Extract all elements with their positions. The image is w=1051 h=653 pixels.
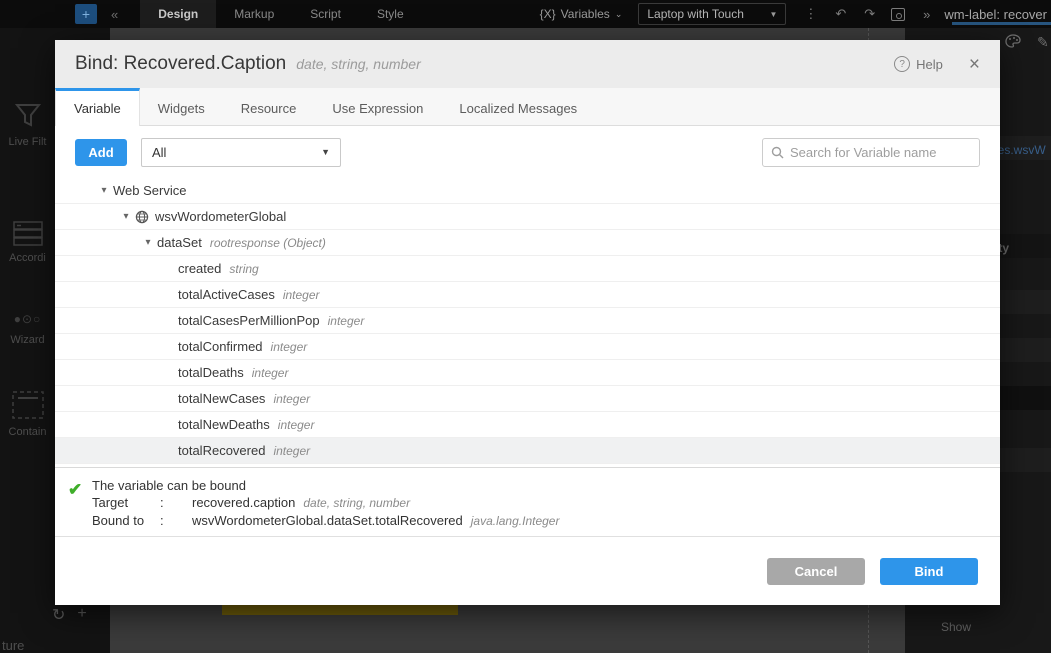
cancel-button[interactable]: Cancel: [767, 558, 865, 585]
accordion-icon: [12, 220, 44, 246]
tree-row-totalCasesPerMillionPop[interactable]: totalCasesPerMillionPop integer: [55, 308, 1000, 334]
palette-item-live-filter[interactable]: Live Filt: [0, 100, 55, 148]
help-button[interactable]: ? Help: [894, 56, 943, 72]
device-selector[interactable]: Laptop with Touch ▼: [638, 3, 786, 25]
show-property-label: Show: [941, 620, 971, 634]
wizard-steps-icon: ●⊙○: [0, 312, 55, 326]
tab-use-expression[interactable]: Use Expression: [314, 88, 441, 125]
palette-item-accordion[interactable]: Accordi: [0, 220, 55, 264]
dialog-subtitle: date, string, number: [296, 56, 421, 72]
tree-row-totalConfirmed[interactable]: totalConfirmed integer: [55, 334, 1000, 360]
tab-widgets[interactable]: Widgets: [140, 88, 223, 125]
tree-row-totalActiveCases[interactable]: totalActiveCases integer: [55, 282, 1000, 308]
palette-icon[interactable]: [1005, 34, 1021, 48]
active-panel-tab-underline: [952, 22, 1051, 25]
search-input[interactable]: [790, 145, 971, 160]
variables-icon: {X}: [540, 7, 556, 21]
help-icon: ?: [894, 56, 910, 72]
bind-dialog: Bind: Recovered.Caption date, string, nu…: [55, 40, 1000, 605]
tab-variable[interactable]: Variable: [55, 88, 140, 126]
tab-localized-messages[interactable]: Localized Messages: [441, 88, 595, 125]
tree-row-dataSet[interactable]: ▾ dataSet rootresponse (Object): [55, 230, 1000, 256]
studio-topbar: + « Design Markup Script Style {X} Varia…: [0, 0, 1051, 28]
binding-link-fragment[interactable]: les.wsvW: [995, 143, 1046, 157]
dropdown-caret-icon: ▼: [321, 147, 330, 157]
variables-menu[interactable]: {X} Variables ⌄: [540, 7, 623, 21]
variable-tree: ▾ Web Service ▾ wsvWordometerGlobal: [55, 178, 1000, 468]
dialog-footer: Cancel Bind: [55, 537, 1000, 605]
palette-item-wizard[interactable]: ●⊙○ Wizard: [0, 312, 55, 346]
status-bound-row: Bound to:wsvWordometerGlobal.dataSet.tot…: [92, 512, 1000, 530]
refresh-icon[interactable]: ↻: [52, 605, 65, 625]
dialog-title: Bind: Recovered.Caption: [75, 53, 286, 75]
add-icon[interactable]: +: [77, 605, 86, 625]
search-icon: [771, 146, 784, 159]
tab-markup[interactable]: Markup: [216, 0, 292, 28]
mode-tabs: Design Markup Script Style: [140, 0, 421, 28]
tree-row-web-service[interactable]: ▾ Web Service: [55, 178, 1000, 204]
status-message: The variable can be bound: [92, 477, 1000, 494]
palette-item-container[interactable]: Contain: [0, 390, 55, 438]
collapse-icon[interactable]: «: [111, 7, 118, 22]
tree-row-wsvWordometerGlobal[interactable]: ▾ wsvWordometerGlobal: [55, 204, 1000, 230]
close-icon[interactable]: ×: [969, 55, 980, 74]
tree-row-totalRecovered[interactable]: totalRecovered integer: [55, 438, 1000, 464]
bound-value: wsvWordometerGlobal.dataSet.totalRecover…: [192, 513, 463, 528]
studio-app: + « Design Markup Script Style {X} Varia…: [0, 0, 1051, 653]
dropdown-caret-icon: ▼: [769, 10, 777, 19]
tab-resource[interactable]: Resource: [223, 88, 315, 125]
tree-row-created[interactable]: created string: [55, 256, 1000, 282]
variable-search: [762, 138, 980, 167]
tab-style[interactable]: Style: [359, 0, 422, 28]
tree-row-totalDeaths[interactable]: totalDeaths integer: [55, 360, 1000, 386]
pencil-icon[interactable]: ✎: [1037, 34, 1049, 51]
caret-down-icon[interactable]: ▾: [139, 237, 157, 248]
caret-down-icon[interactable]: ▾: [95, 185, 113, 196]
filter-select[interactable]: All ▼: [141, 138, 341, 167]
add-page-button[interactable]: +: [75, 4, 97, 24]
sidebar-bottom-label: ture: [2, 638, 24, 653]
bound-type: java.lang.Integer: [471, 514, 560, 528]
more-options-icon[interactable]: ⋮: [804, 6, 817, 22]
dialog-toolbar: Add All ▼: [55, 126, 1000, 178]
tab-script[interactable]: Script: [292, 0, 359, 28]
bind-button[interactable]: Bind: [880, 558, 978, 585]
undo-icon[interactable]: ↶: [835, 6, 846, 22]
check-icon: ✔: [68, 480, 82, 500]
expand-panel-icon[interactable]: »: [923, 7, 930, 22]
bind-status: ✔ The variable can be bound Target:recov…: [55, 468, 1000, 537]
funnel-icon: [13, 100, 43, 130]
save-icon[interactable]: [891, 8, 905, 21]
tree-row-totalNewCases[interactable]: totalNewCases integer: [55, 386, 1000, 412]
caret-down-icon[interactable]: ▾: [117, 211, 135, 222]
tab-design[interactable]: Design: [140, 0, 216, 28]
target-type: date, string, number: [303, 496, 410, 510]
selected-widget-title: wm-label: recover: [944, 7, 1047, 22]
tree-row-totalNewDeaths[interactable]: totalNewDeaths integer: [55, 412, 1000, 438]
globe-icon: [135, 210, 149, 224]
container-icon: [11, 390, 45, 420]
dialog-tabs: Variable Widgets Resource Use Expression…: [55, 88, 1000, 126]
add-button[interactable]: Add: [75, 139, 127, 166]
chevron-down-icon: ⌄: [615, 9, 623, 20]
target-value: recovered.caption: [192, 495, 295, 510]
status-target-row: Target:recovered.captiondate, string, nu…: [92, 494, 1000, 512]
redo-icon[interactable]: ↷: [864, 6, 875, 22]
dialog-header: Bind: Recovered.Caption date, string, nu…: [55, 40, 1000, 88]
